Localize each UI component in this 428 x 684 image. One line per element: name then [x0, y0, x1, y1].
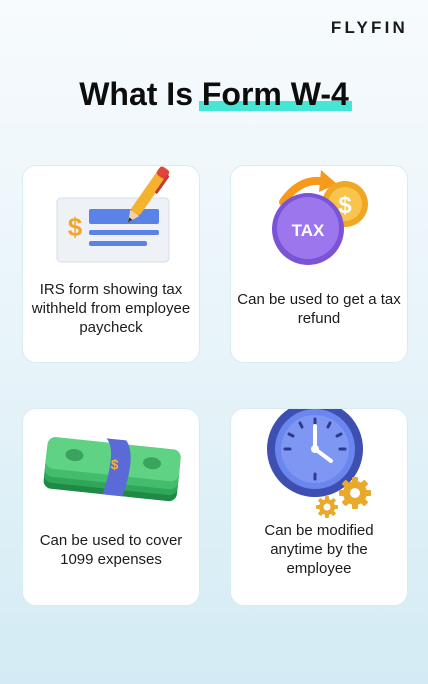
clock-gears-icon — [267, 409, 371, 518]
cash-stack-icon: $ — [43, 437, 181, 502]
svg-text:$: $ — [68, 212, 83, 242]
tax-coin-refund-icon: $ TAX — [272, 170, 368, 265]
svg-text:TAX: TAX — [292, 221, 325, 240]
card-caption: Can be modified anytime by the employee — [264, 522, 374, 577]
page-title: What Is Form W-4 — [0, 76, 428, 113]
info-card-refund: $ TAX Can be used to get a tax refund — [230, 165, 408, 363]
flyfin-logo: FLYFIN — [330, 18, 408, 37]
card-caption: Can be used to get a tax refund — [237, 291, 401, 327]
card-caption: Can be used to cover 1099 expenses — [39, 532, 183, 568]
card-caption: IRS form showing tax withheld from emplo… — [31, 281, 191, 336]
info-card-expenses: $ Can be used to cover 1099 expenses — [22, 408, 200, 606]
form-with-pen-icon: $ — [56, 166, 170, 263]
info-card-modify: Can be modified anytime by the employee — [230, 408, 408, 606]
title-highlight: Form W-4 — [198, 76, 352, 112]
title-prefix: What Is — [79, 76, 202, 112]
info-card-form: $ IRS form showing tax withheld from emp… — [22, 165, 200, 363]
